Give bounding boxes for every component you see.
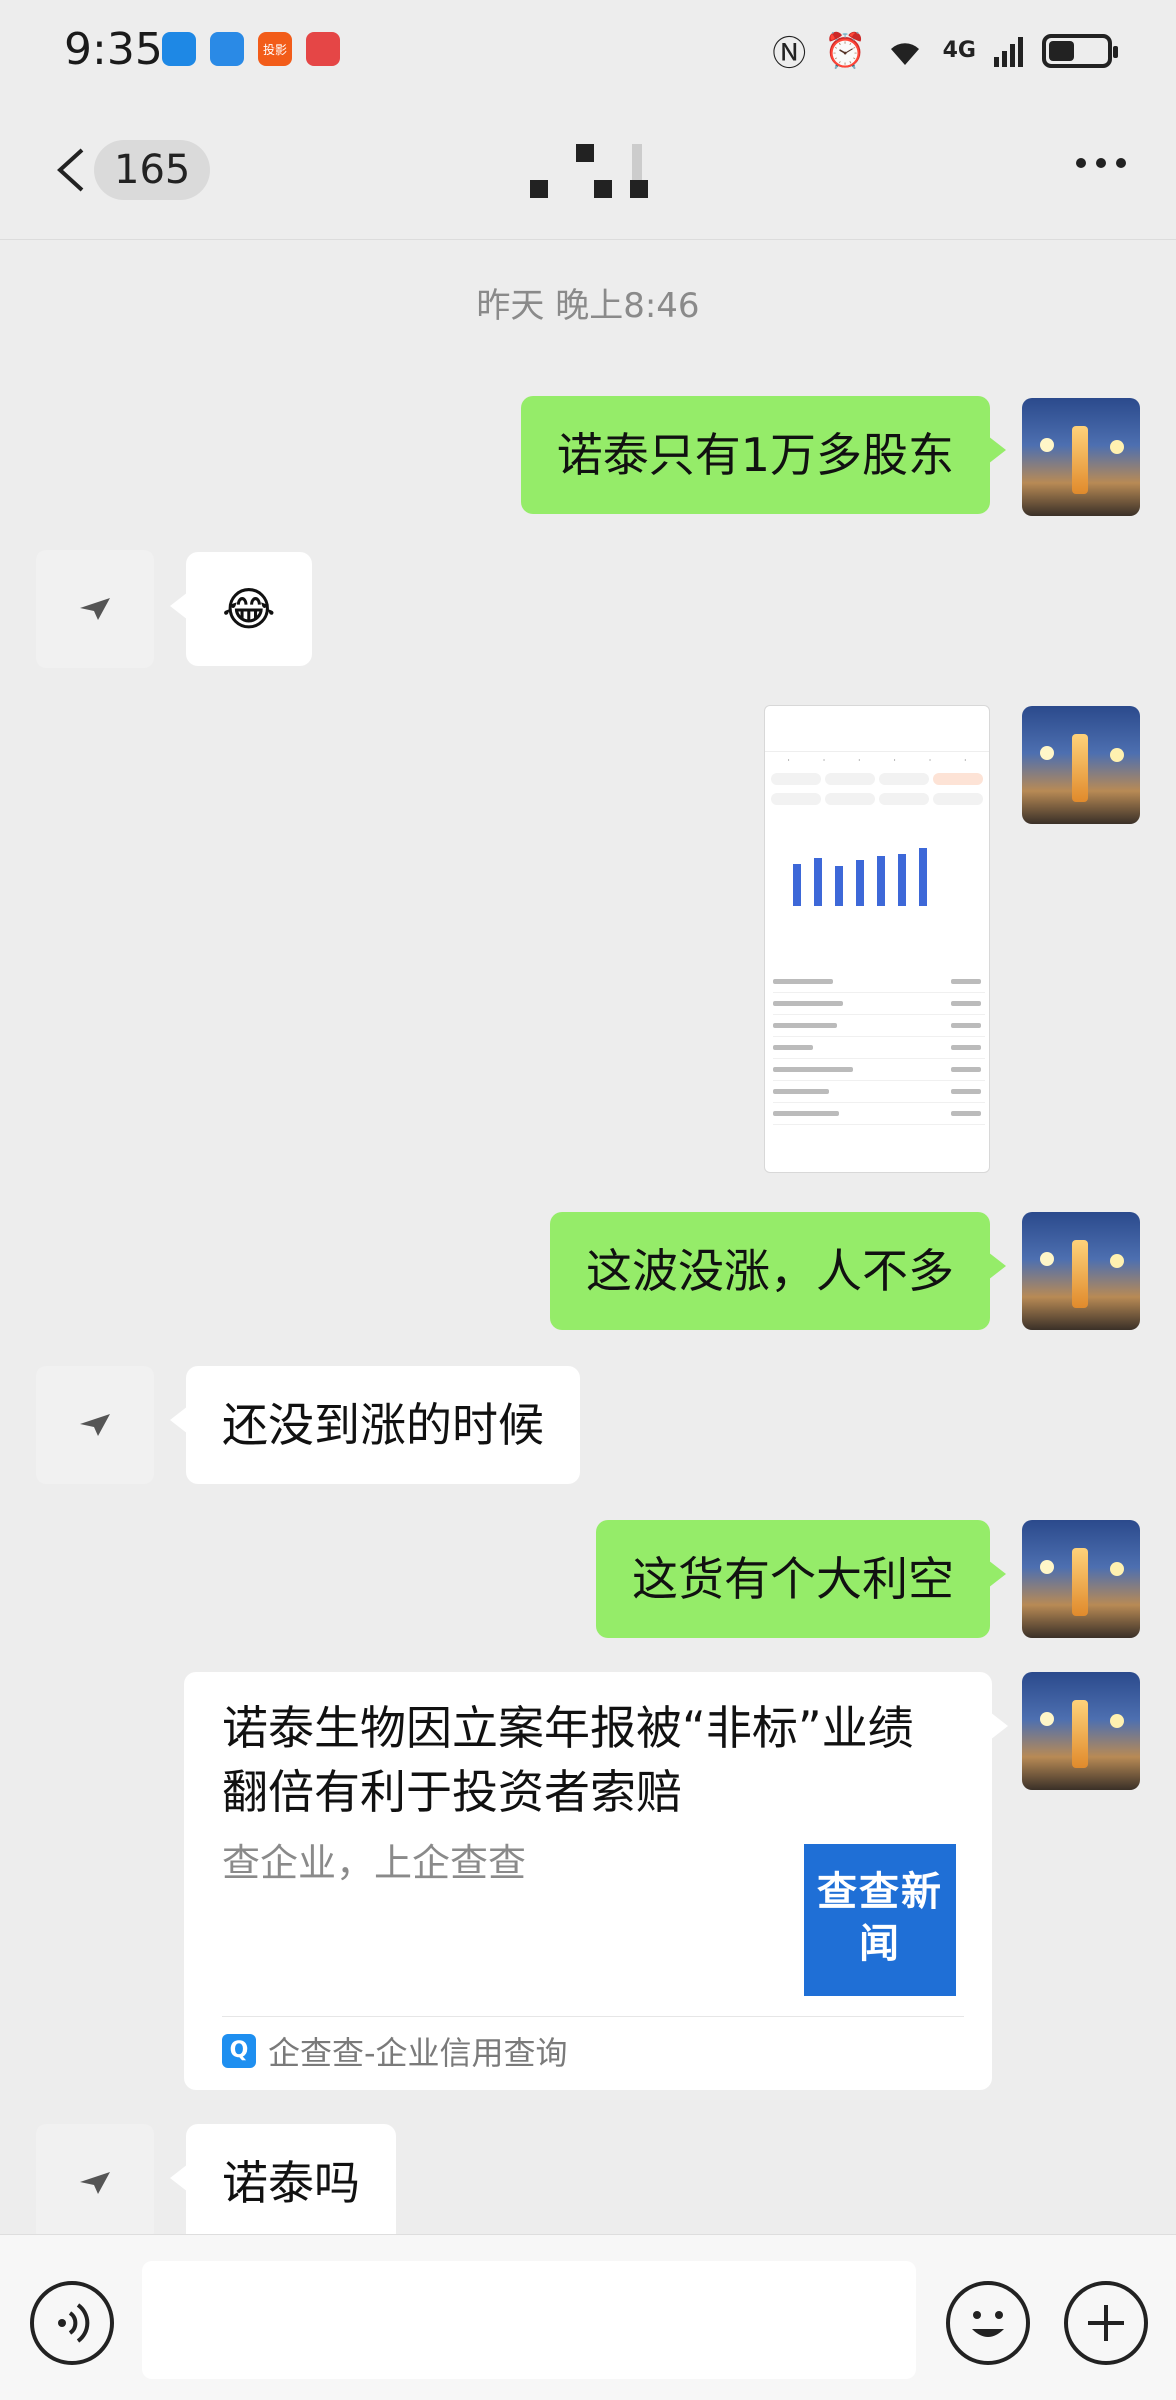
- status-time: 9:35: [64, 24, 163, 75]
- link-card-source: Q 企查查-企业信用查询: [222, 2028, 568, 2074]
- wifi-icon: [890, 42, 919, 65]
- contact-avatar[interactable]: [36, 2124, 154, 2242]
- image-message-stock-screenshot[interactable]: · · · · · ·: [764, 705, 990, 1173]
- divider: [222, 2016, 964, 2017]
- message-input[interactable]: [142, 2261, 916, 2379]
- message-bubble-other[interactable]: 还没到涨的时候: [170, 1366, 580, 1484]
- browser-icon: [210, 32, 244, 66]
- paper-plane-icon: [80, 2172, 110, 2194]
- my-avatar[interactable]: [1022, 1520, 1140, 1638]
- link-card-title: 诺泰生物因立案年报被“非标”业绩翻倍有利于投资者索赔: [222, 1701, 914, 1819]
- contact-avatar[interactable]: [36, 1366, 154, 1484]
- voice-input-button[interactable]: [30, 2281, 114, 2365]
- paper-plane-icon: [80, 1414, 110, 1436]
- link-card-description: 查企业，上企查查: [222, 1841, 527, 1885]
- plus-icon: [1088, 2305, 1124, 2341]
- chat-header: 165: [0, 100, 1176, 240]
- reader-icon: [306, 32, 340, 66]
- nfc-icon: Ⓝ: [772, 34, 807, 74]
- contact-avatar[interactable]: [36, 550, 154, 668]
- more-options-icon[interactable]: [1076, 158, 1126, 168]
- message-bubble-other[interactable]: 诺泰吗: [170, 2124, 396, 2242]
- emoji-button[interactable]: [946, 2281, 1030, 2365]
- link-card-message[interactable]: 诺泰生物因立案年报被“非标”业绩翻倍有利于投资者索赔 查企业，上企查查 查查新闻…: [184, 1672, 1008, 2090]
- stock-app-icon: 投影: [258, 32, 292, 66]
- message-bubble-other[interactable]: 😂: [170, 552, 312, 666]
- more-actions-button[interactable]: [1064, 2281, 1148, 2365]
- message-bubble-me[interactable]: 诺泰只有1万多股东: [520, 396, 1007, 514]
- network-type: 4G: [942, 38, 976, 63]
- paper-plane-icon: [80, 598, 110, 620]
- signal-icon: [994, 36, 1023, 67]
- chat-input-bar: [0, 2234, 1176, 2400]
- emoji-icon: [972, 2311, 1004, 2337]
- unread-count-badge[interactable]: 165: [94, 140, 211, 200]
- alarm-icon: ⏰: [824, 30, 867, 71]
- voice-icon: [58, 2303, 90, 2343]
- message-bubble-me[interactable]: 这货有个大利空: [596, 1520, 1006, 1638]
- chat-title-redacted: [520, 144, 670, 198]
- my-avatar[interactable]: [1022, 1212, 1140, 1330]
- qichacha-icon: Q: [222, 2034, 256, 2068]
- battery-icon: [1042, 33, 1118, 68]
- status-indicators: Ⓝ ⏰ 4G: [772, 26, 1118, 75]
- my-avatar[interactable]: [1022, 398, 1140, 516]
- my-avatar[interactable]: [1022, 1672, 1140, 1790]
- my-avatar[interactable]: [1022, 706, 1140, 824]
- wps-icon: [162, 32, 196, 66]
- message-bubble-me[interactable]: 这波没涨，人不多: [550, 1212, 1006, 1330]
- link-card-source-label: 企查查-企业信用查询: [268, 2034, 568, 2072]
- message-timestamp: 昨天 晚上8:46: [476, 286, 700, 326]
- status-app-icons: 投影: [162, 32, 340, 66]
- status-bar: 9:35 投影 Ⓝ ⏰ 4G: [0, 0, 1176, 100]
- link-card-thumbnail: 查查新闻: [804, 1844, 956, 1996]
